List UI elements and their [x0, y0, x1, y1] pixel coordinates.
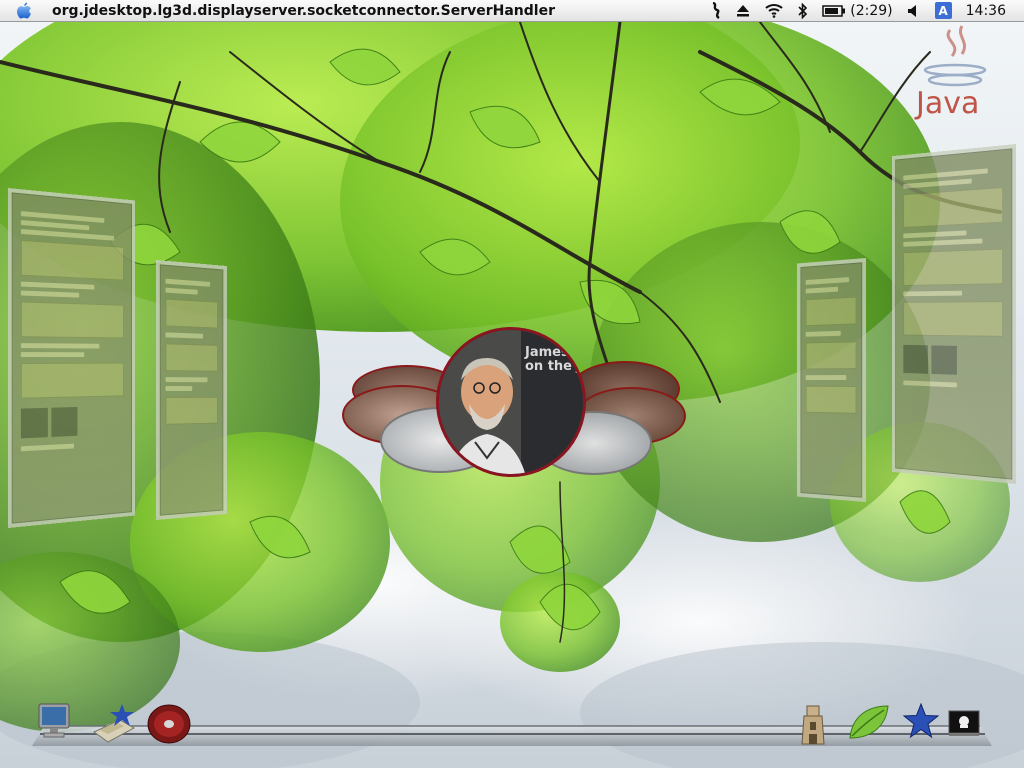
document-window[interactable]	[796, 258, 866, 502]
battery-icon[interactable]: (2:29)	[822, 2, 893, 19]
status-area: (2:29) A 14:36	[696, 0, 1024, 22]
preferences-icon[interactable]	[90, 702, 138, 744]
photo-carousel[interactable]: James Go on the Ja	[340, 327, 690, 497]
clock[interactable]: 14:36	[966, 3, 1006, 19]
app-title[interactable]: org.jdesktop.lg3d.displayserver.socketco…	[52, 3, 555, 19]
tower-icon[interactable]	[798, 702, 828, 746]
wifi-icon[interactable]	[764, 3, 784, 18]
input-method-icon[interactable]: A	[934, 2, 952, 19]
featured-photo[interactable]: James Go on the Ja	[436, 327, 586, 477]
leaf-icon[interactable]	[846, 702, 890, 742]
photo-caption: James Go on the Ja	[525, 345, 584, 374]
eject-icon[interactable]	[736, 4, 750, 17]
document-window[interactable]	[156, 260, 227, 520]
taskbar	[0, 690, 1024, 768]
desktop: Java James G on the J	[0, 22, 1024, 768]
battery-time: (2:29)	[850, 2, 893, 19]
terminal-icon[interactable]	[946, 708, 982, 738]
volume-icon[interactable]	[907, 4, 921, 18]
script-icon[interactable]	[710, 2, 722, 19]
apple-icon[interactable]	[14, 1, 34, 21]
document-window[interactable]	[8, 188, 136, 528]
cd-icon[interactable]	[146, 700, 192, 744]
java-logo-text: Java	[916, 86, 980, 121]
star-icon[interactable]	[902, 702, 940, 740]
document-window[interactable]	[892, 144, 1016, 484]
menu-bar: org.jdesktop.lg3d.displayserver.socketco…	[0, 0, 1024, 22]
monitor-icon[interactable]	[36, 700, 72, 742]
bluetooth-icon[interactable]	[798, 2, 808, 19]
